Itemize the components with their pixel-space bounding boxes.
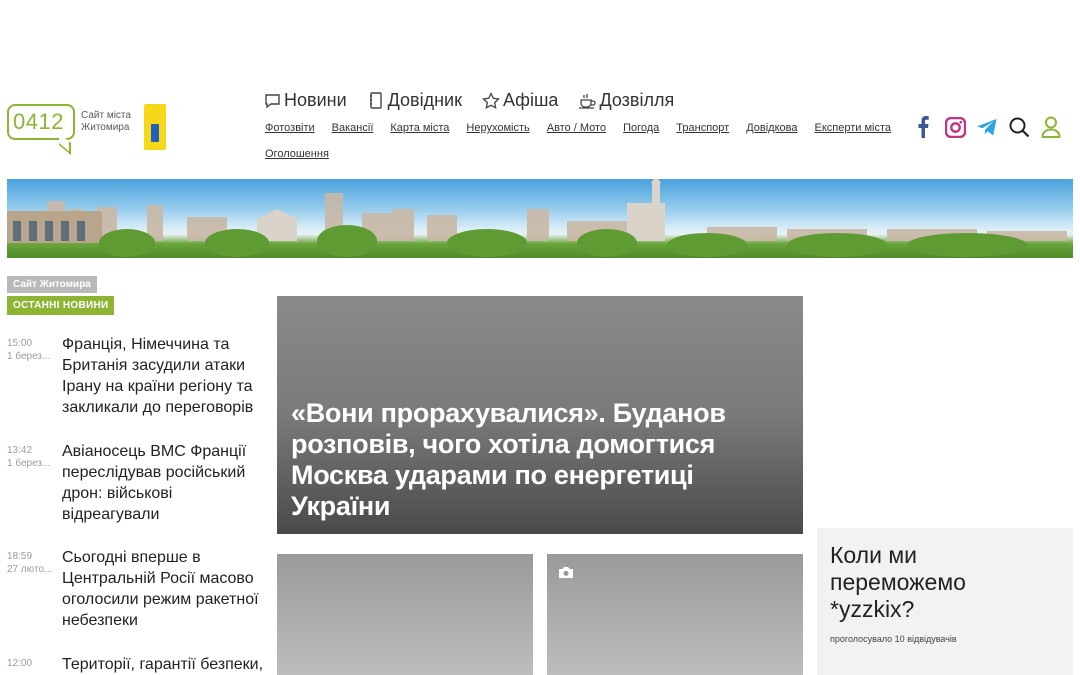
- news-date: 1 берез...: [7, 351, 51, 362]
- star-icon: [482, 91, 500, 110]
- subnav-transport[interactable]: Транспорт: [676, 121, 729, 135]
- poll-question[interactable]: Коли ми переможемо *yzzkix?: [830, 542, 1030, 623]
- nav-label: Афіша: [502, 90, 559, 110]
- latest-news-tag: ОСТАННІ НОВИНИ: [7, 296, 115, 315]
- speech-bubble-icon: [263, 92, 281, 110]
- subnav-classifieds[interactable]: Оголошення: [265, 147, 329, 161]
- nav-label: Дозвілля: [599, 90, 675, 110]
- featured-story[interactable]: «Вони прорахувалися». Буданов розповів, …: [277, 296, 803, 534]
- nav-label: Довідник: [387, 90, 462, 110]
- subnav-auto-moto[interactable]: Авто / Мото: [547, 121, 606, 135]
- news-title[interactable]: Території, гарантії безпеки,: [62, 654, 267, 675]
- news-title[interactable]: Сьогодні вперше в Центральній Росії масо…: [62, 547, 267, 631]
- search-icon[interactable]: [1008, 115, 1030, 139]
- main-nav: Новини Довідник Афіша Дозвілля: [263, 90, 674, 111]
- user-icon[interactable]: [1040, 115, 1062, 139]
- story-card[interactable]: [277, 554, 533, 675]
- logo-text: Сайт міста Житомира: [81, 110, 131, 133]
- logo-number: 0412: [13, 109, 64, 134]
- poll-widget: Коли ми переможемо *yzzkix? проголосувал…: [817, 528, 1073, 675]
- instagram-icon[interactable]: [944, 115, 966, 139]
- poll-votes-count: проголосувало 10 відвідувачів: [830, 634, 957, 644]
- city-panorama-banner: [7, 179, 1073, 258]
- site-logo[interactable]: 0412 Сайт міста Житомира: [7, 104, 167, 156]
- subnav-weather[interactable]: Погода: [623, 121, 659, 135]
- subnav-photo-reports[interactable]: Фотозвіти: [265, 121, 315, 135]
- subnav-city-map[interactable]: Карта міста: [390, 121, 449, 135]
- featured-story-title[interactable]: «Вони прорахувалися». Буданов розповів, …: [291, 398, 761, 522]
- subnav-city-experts[interactable]: Експерти міста: [815, 121, 892, 135]
- facebook-icon[interactable]: [912, 115, 934, 139]
- news-title[interactable]: Франція, Німеччина та Британія засудили …: [62, 334, 267, 418]
- news-time: 13:42: [7, 445, 33, 456]
- city-flag-icon: [144, 104, 166, 150]
- news-timestamp: 13:42 1 берез...: [7, 444, 57, 470]
- news-date: 27 люто...: [7, 564, 53, 575]
- news-title[interactable]: Авіаносець ВМС Франції переслідував росі…: [62, 441, 267, 525]
- site-tag[interactable]: Сайт Житомира: [7, 276, 97, 293]
- telegram-icon[interactable]: [976, 115, 998, 139]
- story-card[interactable]: [547, 554, 803, 675]
- sub-nav: Фотозвіти Вакансії Карта міста Нерухоміс…: [265, 121, 905, 161]
- news-timestamp: 12:00: [7, 657, 57, 670]
- nav-label: Новини: [284, 90, 347, 110]
- news-time: 18:59: [7, 551, 33, 562]
- nav-item-directory[interactable]: Довідник: [367, 90, 462, 111]
- notebook-icon: [367, 92, 385, 110]
- nav-item-events[interactable]: Афіша: [482, 90, 558, 111]
- subnav-reference[interactable]: Довідкова: [746, 121, 797, 135]
- nav-item-leisure[interactable]: Дозвілля: [578, 90, 674, 111]
- nav-item-news[interactable]: Новини: [263, 90, 347, 111]
- news-date: 1 берез...: [7, 458, 51, 469]
- subnav-real-estate[interactable]: Нерухомість: [466, 121, 529, 135]
- subnav-vacancies[interactable]: Вакансії: [332, 121, 374, 135]
- camera-icon: [558, 566, 574, 579]
- news-timestamp: 15:00 1 берез...: [7, 337, 57, 363]
- header-tools: [912, 115, 1062, 139]
- coffee-cup-icon: [578, 92, 597, 110]
- news-time: 15:00: [7, 338, 33, 349]
- news-time: 12:00: [7, 658, 33, 669]
- news-timestamp: 18:59 27 люто...: [7, 550, 57, 576]
